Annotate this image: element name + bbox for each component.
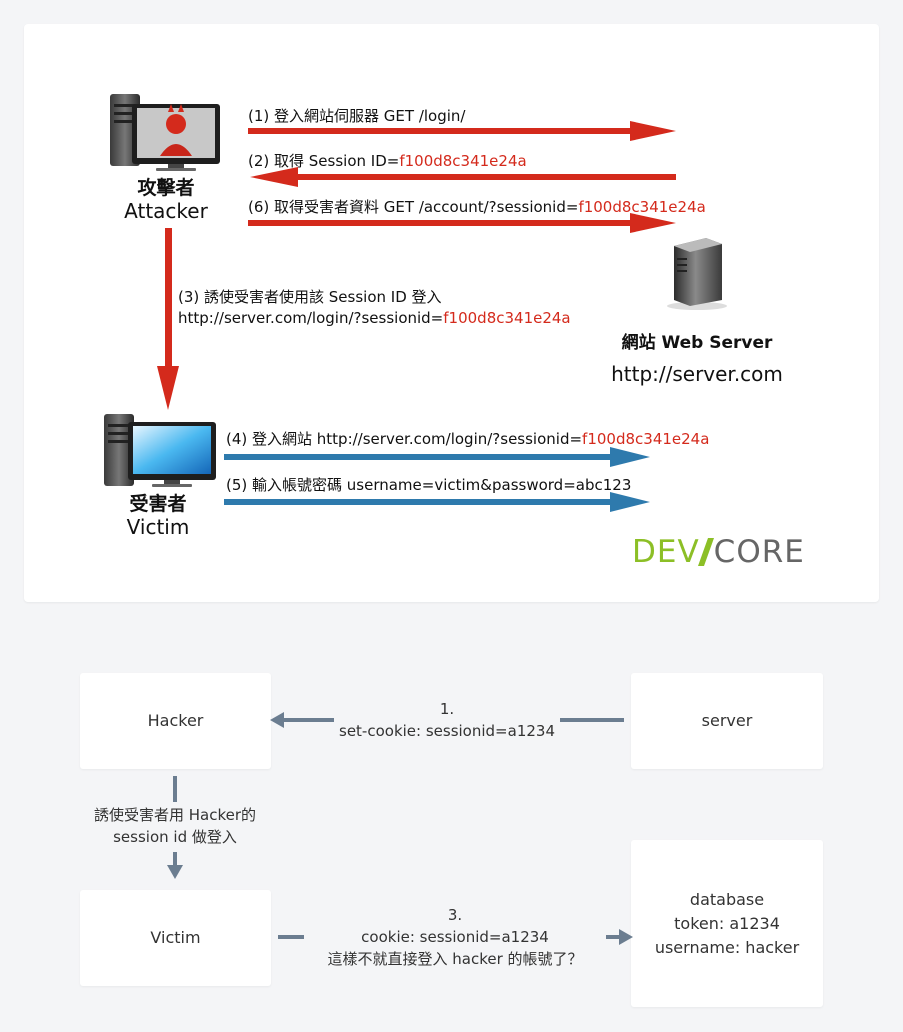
devcore-logo: DEV CORE [632, 534, 805, 570]
step-3-line2: 這樣不就直接登入 hacker 的帳號了？ [327, 950, 583, 968]
hacker-box: Hacker [80, 673, 271, 769]
server-label: 網站 Web Server [621, 333, 773, 353]
arrow-4-label: (4) 登入網站 http://server.com/login/?sessio… [226, 430, 710, 448]
arrow-4 [224, 447, 650, 467]
attacker-label-zh: 攻擊者 [137, 177, 195, 199]
arrow-6-label: (6) 取得受害者資料 GET /account/?sessionid=f100… [248, 198, 706, 216]
database-title: database [689, 889, 765, 909]
arrow-1-label: (1) 登入網站伺服器 GET /login/ [248, 107, 466, 125]
step-2-label: 誘使受害者用 Hacker的 session id 做登入 [60, 804, 290, 848]
arrow-2-label: (2) 取得 Session ID=f100d8c341e24a [248, 152, 527, 170]
database-box: database token: a1234 username: hacker [631, 840, 823, 1007]
step-3-number: 3. [447, 906, 463, 924]
step-1-number: 1. [439, 700, 455, 718]
attacker-label-en: Attacker [124, 199, 208, 223]
database-token: token: a1234 [674, 913, 780, 933]
victim-label-en: Victim [126, 515, 190, 539]
step-3-label: 3. cookie: sessionid=a1234 這樣不就直接登入 hack… [300, 904, 610, 970]
step-3-label-line2: http://server.com/login/?sessionid=f100d… [178, 309, 571, 327]
step-3-label-line1: (3) 誘使受害者使用該 Session ID 登入 [178, 288, 442, 306]
victim-box: Victim [80, 890, 271, 986]
step-1-label: 1. set-cookie: sessionid=a1234 [330, 698, 564, 742]
step-1-text: set-cookie: sessionid=a1234 [339, 722, 555, 740]
step-3-line1: cookie: sessionid=a1234 [361, 928, 549, 946]
arrow-5-label: (5) 輸入帳號密碼 username=victim&password=abc1… [226, 476, 632, 494]
step-2-line2: session id 做登入 [113, 828, 237, 846]
arrow-5 [224, 492, 650, 512]
attacker-computer-icon [110, 94, 220, 171]
database-username: username: hacker [654, 937, 800, 957]
step-2-line1: 誘使受害者用 Hacker的 [93, 806, 257, 824]
victim-label-zh: 受害者 [129, 493, 187, 515]
server-url: http://server.com [611, 362, 783, 386]
server-box: server [631, 673, 823, 769]
arrow-3 [157, 228, 179, 410]
victim-computer-icon [104, 414, 216, 487]
server-tower-icon [667, 238, 727, 310]
